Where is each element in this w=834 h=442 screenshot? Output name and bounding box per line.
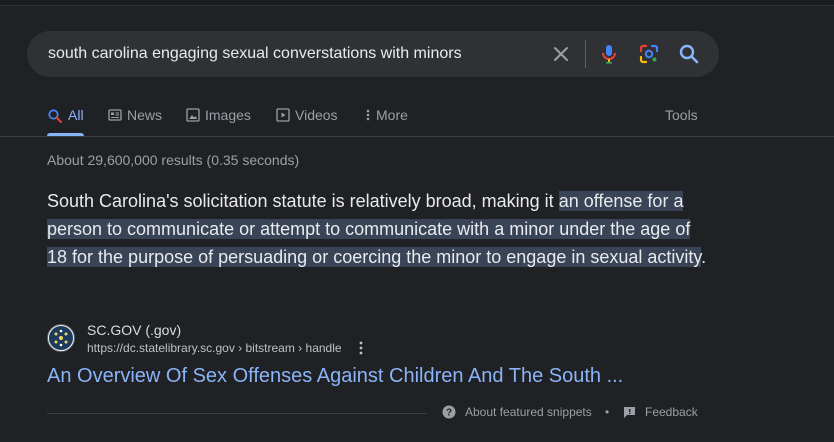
tab-label: Images [205, 107, 251, 123]
more-options-icon[interactable] [354, 340, 368, 356]
search-bar[interactable]: south carolina engaging sexual conversta… [27, 31, 719, 77]
feedback-icon [624, 406, 635, 418]
search-icon[interactable] [677, 42, 701, 66]
more-vert-icon [366, 109, 370, 121]
tabs-divider [0, 136, 834, 137]
search-input[interactable]: south carolina engaging sexual conversta… [48, 45, 462, 63]
tab-more[interactable]: More [365, 106, 408, 136]
footer-separator: • [605, 405, 610, 419]
tab-news[interactable]: News [108, 106, 162, 136]
search-bar-divider [585, 40, 586, 68]
top-bar [0, 0, 834, 6]
result-title-link[interactable]: An Overview Of Sex Offenses Against Chil… [47, 365, 623, 388]
featured-snippet: South Carolina's solicitation statute is… [47, 187, 707, 271]
google-lens-icon[interactable] [637, 42, 661, 66]
tab-label: All [68, 107, 84, 123]
image-icon [186, 108, 200, 122]
microphone-icon[interactable] [597, 42, 621, 66]
site-name[interactable]: SC.GOV (.gov) [87, 322, 181, 338]
video-icon [276, 108, 290, 122]
snippet-text: South Carolina's solicitation statute is… [47, 191, 559, 211]
about-label: About featured snippets [465, 405, 592, 419]
tab-label: News [127, 107, 163, 123]
site-url[interactable]: https://dc.statelibrary.sc.gov › bitstre… [87, 341, 342, 355]
tab-images[interactable]: Images [186, 106, 251, 136]
news-icon [108, 109, 122, 121]
result-stats: About 29,600,000 results (0.35 seconds) [47, 152, 300, 168]
tools-button[interactable]: Tools [665, 106, 698, 124]
feedback-label: Feedback [645, 405, 698, 419]
search-icon [48, 109, 62, 123]
help-icon: ? [442, 405, 456, 419]
feedback-button[interactable]: Feedback [623, 405, 698, 419]
snippet-end: . [701, 247, 707, 267]
about-featured-snippets-link[interactable]: ? About featured snippets [442, 405, 592, 419]
tab-label: Videos [295, 107, 338, 123]
tab-all[interactable]: All [47, 106, 84, 136]
site-favicon-icon[interactable] [47, 324, 75, 352]
tab-videos[interactable]: Videos [276, 106, 338, 136]
tab-label: More [376, 107, 408, 123]
clear-icon[interactable] [549, 42, 573, 66]
svg-text:?: ? [446, 408, 452, 419]
footer-divider [47, 413, 427, 414]
